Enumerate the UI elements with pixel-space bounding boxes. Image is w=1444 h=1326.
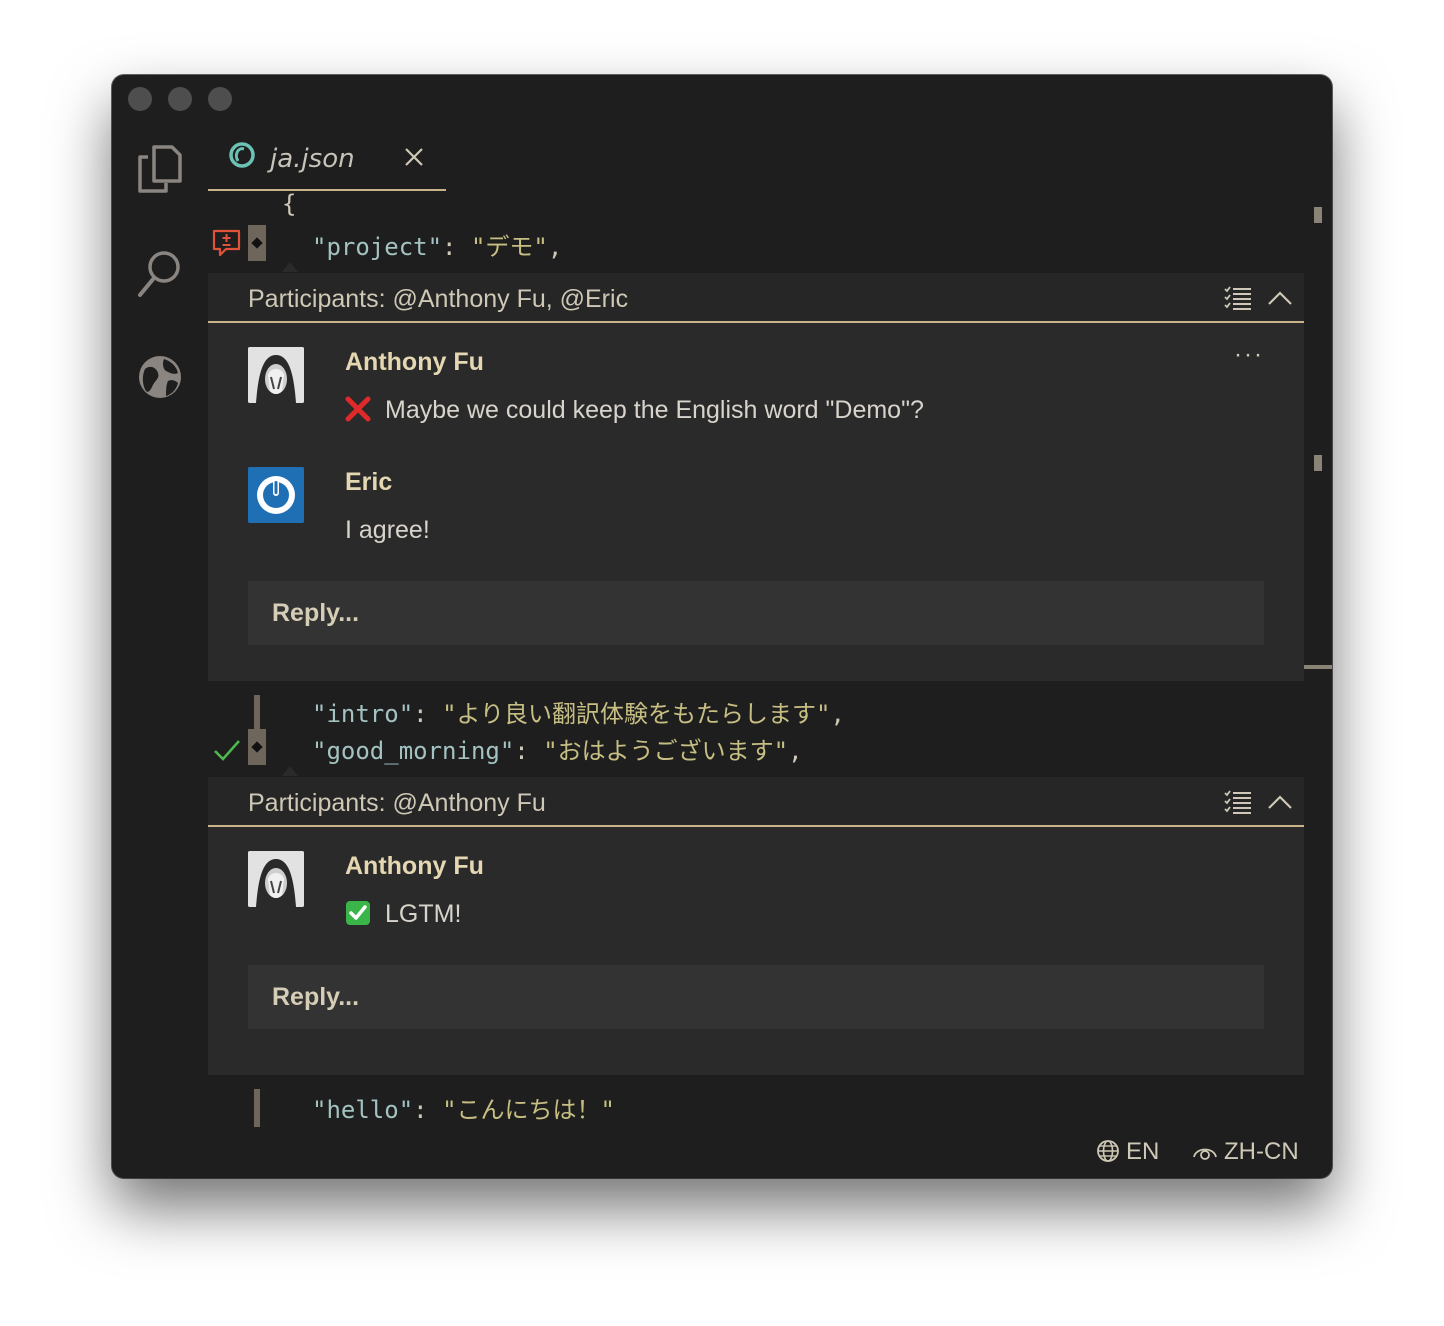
- cross-mark-icon: [345, 396, 371, 422]
- globe-icon: [1096, 1139, 1120, 1163]
- json-separator: :: [413, 1096, 443, 1124]
- thread-header: Participants: @Anthony Fu, @Eric: [208, 273, 1304, 323]
- comment-text: Maybe we could keep the English word "De…: [385, 396, 924, 424]
- reply-placeholder: Reply...: [272, 599, 360, 627]
- code-line-project: "project": "デモ",: [312, 227, 562, 262]
- maximize-window-button[interactable]: [208, 87, 232, 111]
- code-line-hello: "hello": "こんにちは！": [312, 1090, 615, 1125]
- source-locale-indicator[interactable]: EN: [1096, 1138, 1159, 1166]
- avatar-eric: [248, 467, 304, 523]
- code-open-brace: {: [282, 190, 297, 218]
- collapse-thread-icon[interactable]: [1266, 285, 1294, 311]
- editor-window: ja.json { "project": "デモ", Participants:…: [112, 75, 1332, 1178]
- scrollbar-marker: [1314, 207, 1322, 223]
- comment-author: Anthony Fu: [345, 348, 484, 376]
- json-file-icon: [228, 141, 256, 169]
- scrollbar-marker: [1314, 455, 1322, 471]
- comment-range-marker[interactable]: [248, 225, 266, 261]
- i18n-globe-icon[interactable]: [136, 351, 184, 403]
- close-tab-icon[interactable]: [402, 145, 426, 169]
- json-value: "より良い翻訳体験をもたらします": [442, 700, 831, 728]
- resolved-check-icon[interactable]: [212, 735, 242, 765]
- minimize-window-button[interactable]: [168, 87, 192, 111]
- json-comma: ,: [547, 233, 563, 261]
- json-comma: ,: [788, 737, 803, 765]
- json-separator: :: [413, 700, 443, 728]
- comment-range-line: [254, 695, 260, 733]
- more-actions-icon[interactable]: ···: [1234, 341, 1264, 369]
- comment-thread-2: Participants: @Anthony Fu Anthony Fu LGT…: [208, 777, 1304, 1075]
- eye-icon: [1192, 1139, 1218, 1163]
- json-key: "intro": [312, 700, 414, 728]
- check-mark-icon: [345, 900, 371, 926]
- source-locale-label: EN: [1126, 1138, 1160, 1165]
- thread-header: Participants: @Anthony Fu: [208, 777, 1304, 827]
- json-key: "project": [312, 233, 443, 261]
- json-comma: ,: [830, 700, 845, 728]
- thread-pointer: [282, 262, 298, 272]
- comment-author: Eric: [345, 468, 393, 496]
- add-comment-icon[interactable]: [212, 228, 242, 258]
- comment-thread-1: Participants: @Anthony Fu, @Eric Anthony…: [208, 273, 1304, 681]
- display-locale-label: ZH-CN: [1224, 1138, 1299, 1165]
- comment-author: Anthony Fu: [345, 852, 484, 880]
- comment-range-line: [254, 1089, 260, 1127]
- avatar-anthony-fu: [248, 347, 304, 403]
- display-locale-indicator[interactable]: ZH-CN: [1192, 1138, 1299, 1166]
- thread-participants: Participants: @Anthony Fu: [248, 789, 546, 817]
- json-separator: :: [514, 737, 544, 765]
- json-key: "good_morning": [312, 737, 515, 765]
- scrollbar-thumb[interactable]: [1304, 665, 1332, 669]
- tab-ja-json[interactable]: ja.json: [208, 131, 446, 191]
- reply-placeholder: Reply...: [272, 983, 360, 1011]
- comment-text: I agree!: [345, 516, 430, 544]
- thread-pointer: [282, 766, 298, 776]
- close-window-button[interactable]: [128, 87, 152, 111]
- reply-input[interactable]: Reply...: [248, 965, 1264, 1029]
- code-line-good-morning: "good_morning": "おはようございます",: [312, 731, 803, 766]
- json-value: "デモ": [470, 233, 548, 261]
- comment-text: LGTM!: [385, 900, 462, 928]
- json-separator: :: [442, 233, 471, 261]
- comment-range-marker[interactable]: [248, 729, 266, 765]
- resolve-thread-icon[interactable]: [1224, 789, 1252, 815]
- json-value: "こんにちは！": [442, 1096, 615, 1124]
- avatar-anthony-fu: [248, 851, 304, 907]
- reply-input[interactable]: Reply...: [248, 581, 1264, 645]
- json-key: "hello": [312, 1096, 414, 1124]
- resolve-thread-icon[interactable]: [1224, 285, 1252, 311]
- tab-label: ja.json: [270, 144, 355, 174]
- explorer-files-icon[interactable]: [136, 143, 184, 195]
- collapse-thread-icon[interactable]: [1266, 789, 1294, 815]
- code-line-intro: "intro": "より良い翻訳体験をもたらします",: [312, 694, 845, 729]
- thread-participants: Participants: @Anthony Fu, @Eric: [248, 285, 629, 313]
- activity-bar: [112, 119, 208, 1178]
- json-value: "おはようございます": [543, 737, 789, 765]
- search-icon[interactable]: [136, 247, 184, 299]
